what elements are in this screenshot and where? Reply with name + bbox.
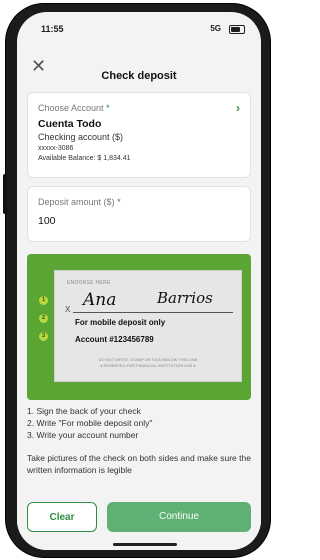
endorse-line-account: Account #123456789: [75, 335, 154, 344]
account-label: Choose Account *: [38, 103, 110, 113]
account-number: xxxxx-3086: [38, 145, 74, 152]
continue-button[interactable]: Continue: [107, 502, 251, 532]
deposit-label: Deposit amount ($) *: [38, 197, 121, 207]
endorse-label: ENDORSE HERE: [67, 280, 111, 286]
reserved-warning: DO NOT WRITE, STAMP OR SIGN BELOW THIS L…: [98, 357, 198, 362]
check-back-image: ENDORSE HERE X Ana Barrios For mobile de…: [54, 270, 242, 382]
instruction-step: 3. Write your account number: [27, 430, 139, 440]
signature-line: [73, 312, 233, 313]
signature-x-mark: X: [65, 305, 71, 314]
reserved-warning-2: ♦ RESERVED FOR FINANCIAL INSTITUTION USE…: [100, 363, 196, 368]
photo-tip: Take pictures of the check on both sides…: [27, 453, 251, 475]
network-label: 5G: [210, 24, 221, 33]
status-time: 11:55: [41, 24, 64, 34]
step-badge: 3: [39, 332, 48, 341]
endorse-line-mobile: For mobile deposit only: [75, 318, 166, 327]
instruction-step: 2. Write "For mobile deposit only": [27, 418, 153, 428]
signature-last: Barrios: [157, 289, 213, 307]
page-title: Check deposit: [101, 70, 177, 82]
screen: 11:55 5G ✕ Check deposit Choose Account …: [17, 12, 261, 550]
signature-first: Ana: [83, 290, 117, 310]
clear-button[interactable]: Clear: [27, 502, 97, 532]
deposit-input[interactable]: 100: [38, 215, 56, 227]
step-badge: 1: [39, 296, 48, 305]
header: ✕ Check deposit: [17, 46, 261, 90]
side-button: [3, 174, 7, 214]
instruction-step: 1. Sign the back of your check: [27, 406, 141, 416]
available-balance: Available Balance: $ 1,834.41: [38, 155, 131, 162]
step-badge: 2: [39, 314, 48, 323]
home-indicator[interactable]: [113, 543, 177, 546]
signal-icon: 5G: [210, 24, 221, 33]
battery-icon: [229, 25, 245, 34]
account-type: Checking account ($): [38, 132, 124, 142]
status-bar: 11:55 5G: [17, 12, 261, 46]
check-example-panel: 1 2 3 ENDORSE HERE X Ana Barrios For mob…: [27, 254, 251, 400]
chevron-right-icon[interactable]: ›: [236, 101, 240, 115]
account-name: Cuenta Todo: [38, 118, 102, 130]
account-selector[interactable]: Choose Account * › Cuenta Todo Checking …: [27, 92, 251, 178]
deposit-amount-field[interactable]: Deposit amount ($) * 100: [27, 186, 251, 242]
